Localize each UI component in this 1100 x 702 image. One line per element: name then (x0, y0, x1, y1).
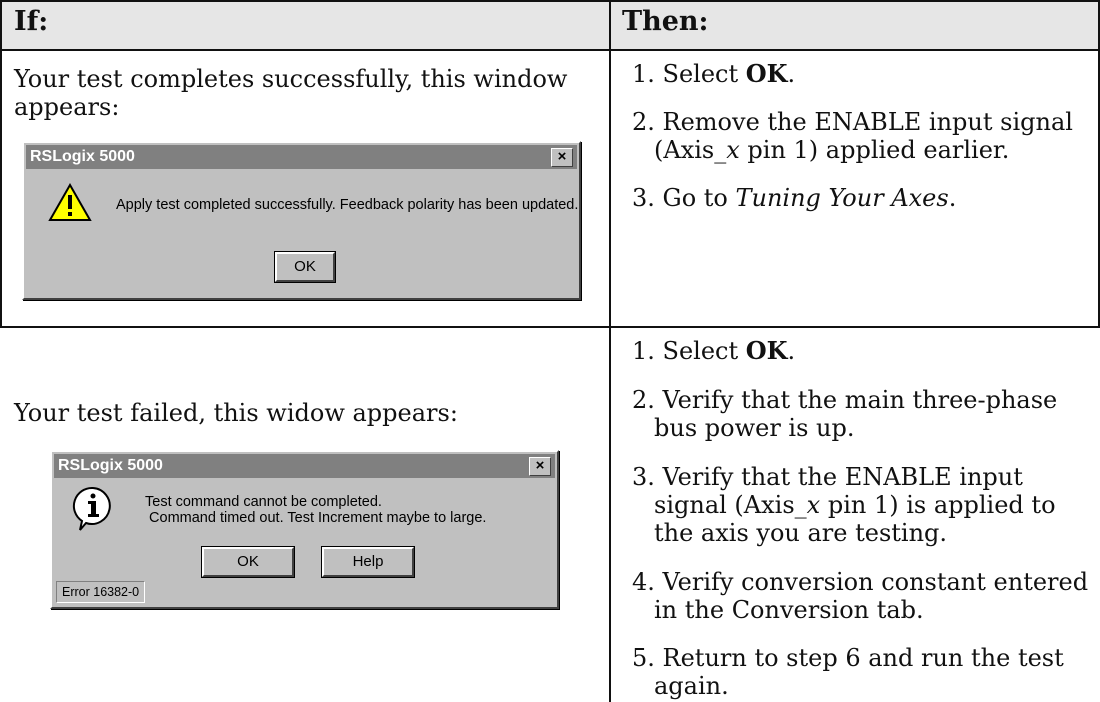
close-icon[interactable]: × (529, 457, 551, 476)
header-bottom-border (0, 49, 1100, 51)
dialog-title: RSLogix 5000 (30, 148, 135, 165)
row2-condition: Your test failed, this widow appears: (14, 399, 458, 427)
ok-emphasis: OK (745, 336, 788, 365)
table-header (0, 0, 1100, 50)
row1-step-1: 1. Select OK. (632, 59, 796, 89)
row1-condition-line2: appears: (14, 93, 120, 121)
help-button[interactable]: Help (321, 546, 415, 578)
row1-step-2: 2. Remove the ENABLE input signal (Axis_… (632, 108, 1073, 164)
error-dialog: RSLogix 5000 × Test command cannot be co… (50, 450, 559, 609)
dialog-titlebar: RSLogix 5000 × (54, 454, 555, 478)
error-code: Error 16382-0 (56, 581, 146, 603)
column-divider (609, 0, 611, 702)
if-header: If: (14, 6, 49, 37)
dialog-message-line2: Command timed out. Test Increment maybe … (145, 510, 487, 526)
ok-button[interactable]: OK (274, 251, 336, 283)
row2-step-5: 5. Return to step 6 and run the test aga… (632, 644, 1064, 700)
row2-step-1: 1. Select OK. (632, 336, 796, 366)
table-left-border (0, 0, 2, 326)
info-icon (72, 486, 111, 531)
dialog-title: RSLogix 5000 (58, 457, 163, 474)
success-dialog: RSLogix 5000 × Apply test completed succ… (22, 141, 581, 300)
tuning-link-text: Tuning Your Axes (735, 184, 949, 212)
then-header: Then: (622, 6, 709, 37)
table-top-border (0, 0, 1100, 2)
row2-step-3: 3. Verify that the ENABLE input signal (… (632, 463, 1056, 547)
instruction-table: If: Then: Your test completes successful… (0, 0, 1100, 702)
row-divider (0, 326, 1100, 328)
ok-emphasis: OK (745, 59, 788, 88)
row2-step-4: 4. Verify conversion constant entered in… (632, 568, 1089, 624)
dialog-message-line1: Test command cannot be completed. (145, 494, 382, 510)
dialog-message: Apply test completed successfully. Feedb… (116, 197, 579, 213)
close-icon[interactable]: × (551, 148, 573, 167)
dialog-titlebar: RSLogix 5000 × (26, 145, 577, 169)
ok-button[interactable]: OK (201, 546, 295, 578)
row1-step-3: 3. Go to Tuning Your Axes. (632, 184, 957, 212)
row2-step-2: 2. Verify that the main three-phase bus … (632, 386, 1058, 442)
exclamation-icon (48, 183, 92, 221)
